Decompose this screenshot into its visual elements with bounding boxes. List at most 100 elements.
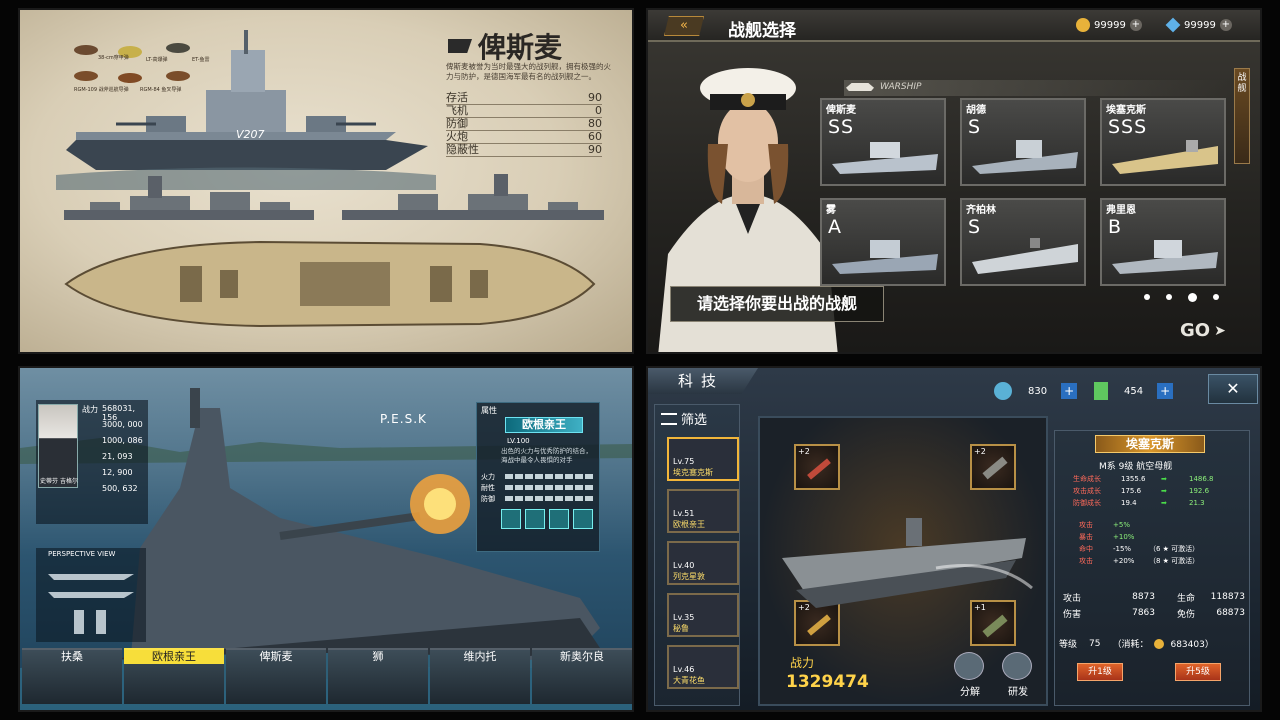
back-button[interactable]: « xyxy=(664,16,704,36)
growth-arrow-icon: ➡ xyxy=(1161,499,1167,507)
ship-tab-label: 狮 xyxy=(372,650,384,663)
ship-filter-list: 筛选 Lv.75 埃克塞克斯 Lv.51 欧根亲王 Lv.40 列克星敦 Lv.35 秘… xyxy=(654,404,740,706)
bonus-row: 命中 -15% （6 ★ 可激活） xyxy=(1073,543,1243,555)
equip-slot[interactable]: +2 xyxy=(970,444,1016,490)
stat-value: 80 xyxy=(588,117,602,130)
tech-ship-slot[interactable]: Lv.75 埃克塞克斯 xyxy=(667,437,739,481)
attr-bar-fill xyxy=(505,496,595,501)
tech-ship-slot[interactable]: Lv.35 秘鲁 xyxy=(667,593,739,637)
side-tab[interactable]: 战舰 xyxy=(1234,68,1250,164)
ship-thumbnail xyxy=(972,140,1078,174)
research-button[interactable]: 研发 xyxy=(1002,652,1034,699)
page-dot[interactable] xyxy=(1166,294,1172,300)
cost-label: （消耗： xyxy=(1112,640,1149,650)
close-button[interactable]: ✕ xyxy=(1208,374,1258,404)
growth-row: 攻击成长 175.6 ➡ 192.6 xyxy=(1073,485,1243,497)
banner-label: WARSHIP xyxy=(880,82,922,92)
ship-card[interactable]: 埃塞克斯 SSS xyxy=(1100,98,1226,186)
attr-bar-fill xyxy=(505,474,595,479)
go-button[interactable]: GO ➤ xyxy=(1180,320,1226,341)
diamond-amount: 99999 xyxy=(1184,19,1216,31)
ship-name-tag: 埃塞克斯 xyxy=(1095,435,1205,453)
ship-card-grade: B xyxy=(1108,216,1123,238)
stat-label: 存活 xyxy=(446,91,468,104)
level-label: 等级 xyxy=(1059,640,1078,650)
ship-card[interactable]: 雾A xyxy=(820,198,946,286)
add-resource-2-button[interactable]: + xyxy=(1157,383,1174,399)
tech-ship-slot[interactable]: Lv.51 欧根亲王 xyxy=(667,489,739,533)
ship-card-name: 胡德 xyxy=(966,105,986,116)
cost-value: 683403） xyxy=(1170,640,1214,650)
torpedo-icon xyxy=(807,458,831,480)
ship-tab[interactable]: 新奥尔良 xyxy=(532,648,632,704)
growth-from: 1355.6 xyxy=(1121,475,1146,483)
bonus-row: 暴击 +10% xyxy=(1073,531,1243,543)
ship-card[interactable]: 弗里恩 B xyxy=(1100,198,1226,286)
tech-ship-slot[interactable]: Lv.40 列克星敦 xyxy=(667,541,739,585)
ship-tab[interactable]: 维内托 xyxy=(430,648,530,704)
ship-tab[interactable]: 扶桑 xyxy=(22,648,122,704)
tech-main-frame: +2 +2 +2 +1 战力 1329474 分解 研发 xyxy=(758,416,1048,706)
page-dot[interactable] xyxy=(1144,294,1150,300)
perspective-view: PERSPECTIVE VIEW xyxy=(36,548,146,642)
growth-label: 防御成长 xyxy=(1073,499,1101,507)
ship-card[interactable]: 俾斯麦 SS xyxy=(820,98,946,186)
attr-bar-fill xyxy=(505,485,595,490)
ship-name-tag: 欧根亲王 xyxy=(505,417,583,433)
growth-arrow-icon: ➡ xyxy=(1161,475,1167,483)
combat-row: 伤害 7863 免伤 68873 xyxy=(1063,605,1247,621)
ship-tab[interactable]: 俾斯麦 xyxy=(226,648,326,704)
research-icon xyxy=(1002,652,1032,680)
go-arrow-icon: ➤ xyxy=(1214,322,1226,339)
dismantle-button[interactable]: 分解 xyxy=(954,652,986,699)
add-gold-button[interactable]: + xyxy=(1129,19,1142,31)
skill-icon[interactable] xyxy=(501,509,521,529)
stat-value: 90 xyxy=(588,91,602,104)
bonus-value: -15% xyxy=(1113,545,1132,553)
skill-icon[interactable] xyxy=(549,509,569,529)
ship-tab[interactable]: 狮 xyxy=(328,648,428,704)
ship-thumbnail xyxy=(1112,240,1218,274)
tech-ship-slot[interactable]: Lv.46 大青花鱼 xyxy=(667,645,739,689)
add-diamond-button[interactable]: + xyxy=(1219,19,1232,31)
ship-tab-active[interactable]: 欧根亲王 xyxy=(124,648,224,704)
side-tab-label: 战舰 xyxy=(1237,73,1247,94)
equip-slot[interactable]: +2 xyxy=(794,444,840,490)
commander-name: 史蒂芬 吉格尔 xyxy=(40,478,78,485)
upgrade-1-button[interactable]: 升1级 xyxy=(1077,663,1123,681)
stat-label: 防御 xyxy=(446,117,468,130)
ship-card[interactable]: 胡德 S xyxy=(960,98,1086,186)
growth-from: 175.6 xyxy=(1121,487,1142,495)
ship-thumbnail xyxy=(832,240,938,274)
ship-desc: 出色的火力与优秀防护的结合，海战中最令人畏惧的对手 xyxy=(501,447,592,464)
back-arrow-icon: « xyxy=(680,18,688,33)
growth-from: 19.4 xyxy=(1121,499,1137,507)
page-dot[interactable] xyxy=(1213,294,1219,300)
upgrade-5-button[interactable]: 升5级 xyxy=(1175,663,1221,681)
ship-profile-right xyxy=(342,174,604,220)
skill-icons xyxy=(501,509,593,529)
coin-icon xyxy=(1076,18,1090,32)
skill-icon[interactable] xyxy=(573,509,593,529)
battery-icon xyxy=(1094,382,1108,400)
ship-card[interactable]: 齐柏林 S xyxy=(960,198,1086,286)
slot-name: 秘鲁 xyxy=(673,624,689,633)
ship-tab-label: 维内托 xyxy=(463,650,497,663)
dismantle-icon xyxy=(954,652,984,680)
skill-icon[interactable] xyxy=(525,509,545,529)
filter-button[interactable]: 筛选 xyxy=(661,409,707,428)
add-resource-1-button[interactable]: + xyxy=(1061,383,1078,399)
page-dot-active[interactable] xyxy=(1188,293,1197,302)
bonus-row: 攻击 +20% （8 ★ 可激活） xyxy=(1073,555,1243,567)
page-dots xyxy=(1144,293,1219,302)
attr-bar: 火力 xyxy=(481,471,595,482)
resource-2-amount: 454 xyxy=(1124,385,1144,397)
ship-description: 俾斯麦被誉为当时最强大的战列舰，拥有极强的火力与防护，是德国海军最有名的战列舰之… xyxy=(446,62,611,81)
combat-value: 8873 xyxy=(1132,592,1155,602)
upgrade-1-label: 升1级 xyxy=(1088,667,1112,677)
bonus-table: 攻击 +5% 暴击 +10% 命中 -15% （6 ★ 可激活） 攻击 +20% （8 ★ … xyxy=(1073,519,1243,567)
ship-name: 俾斯麦 xyxy=(478,31,563,64)
ship-info-card: 埃塞克斯 M系 9级 航空母舰 生命成长 1355.6 ➡ 1486.8 攻击成长 17… xyxy=(1054,430,1250,706)
ship-card-grade: SSS xyxy=(1108,116,1148,138)
growth-to: 21.3 xyxy=(1189,499,1205,507)
